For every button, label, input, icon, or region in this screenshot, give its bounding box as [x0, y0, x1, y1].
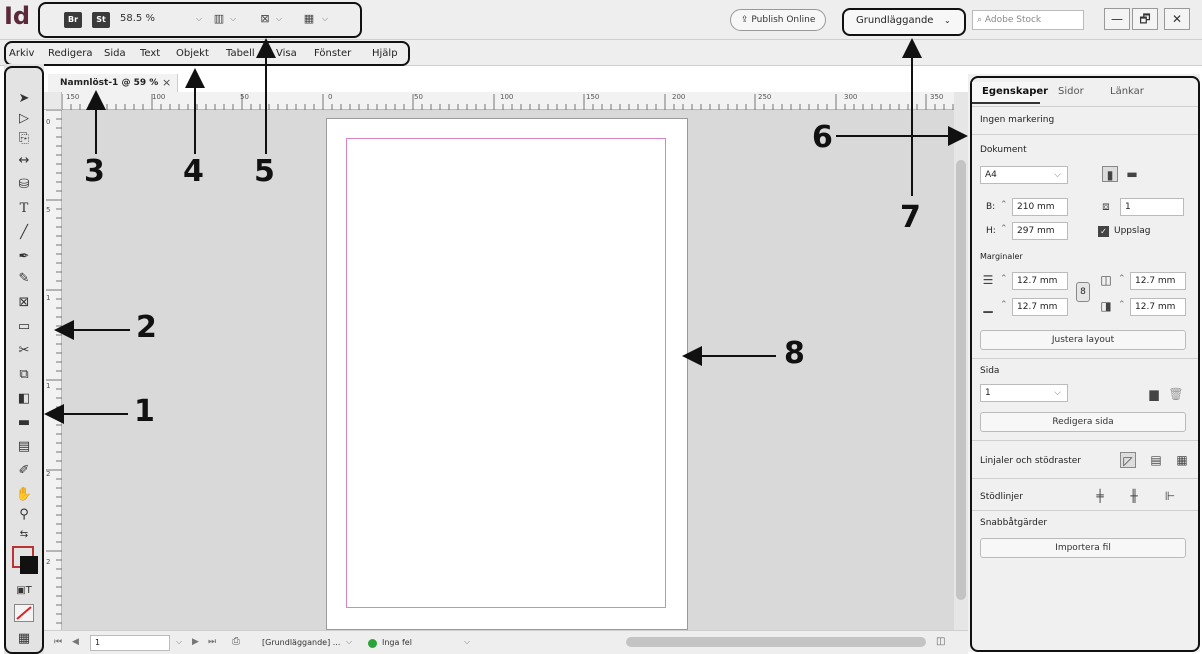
callout-number-2: 2	[136, 310, 157, 345]
callout-number-5: 5	[254, 154, 275, 189]
callout-number-3: 3	[84, 154, 105, 189]
callout-number-7: 7	[900, 200, 921, 235]
callout-number-8: 8	[784, 336, 805, 371]
callout-arrows	[44, 38, 968, 424]
callout-number-6: 6	[812, 120, 833, 155]
callout-number-1: 1	[134, 394, 155, 429]
callout-number-4: 4	[183, 154, 204, 189]
